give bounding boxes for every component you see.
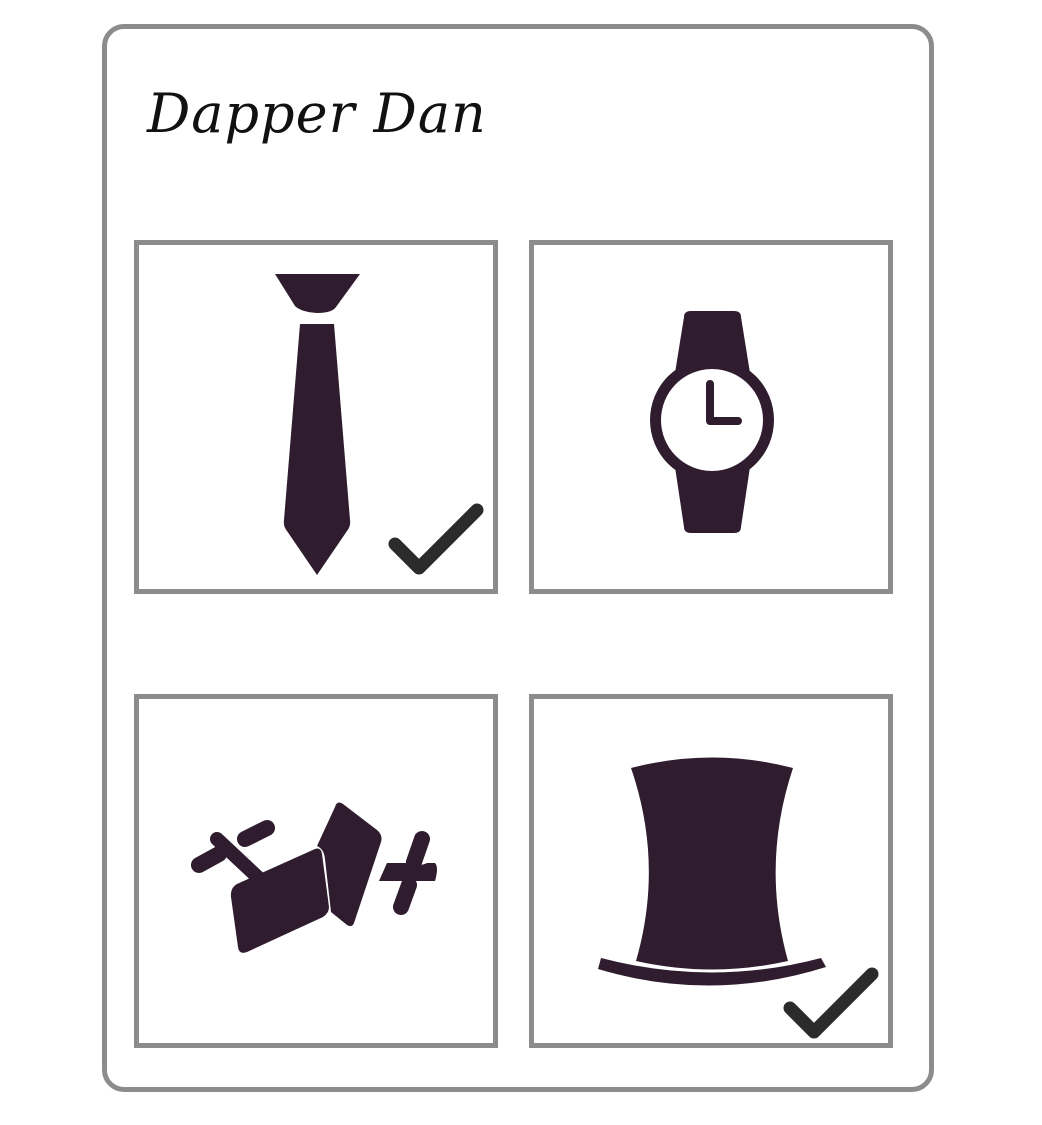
cufflinks-pocket-square-icon	[191, 802, 437, 953]
tile-necktie[interactable]	[134, 240, 498, 594]
selected-check-icon	[783, 967, 879, 1039]
tile-top-hat[interactable]	[529, 694, 893, 1048]
wristwatch-icon	[650, 311, 774, 533]
selected-check-icon	[388, 503, 484, 575]
card-title: Dapper Dan	[147, 82, 487, 145]
tile-cufflinks-pocket-square[interactable]	[134, 694, 498, 1048]
tile-wristwatch[interactable]	[529, 240, 893, 594]
